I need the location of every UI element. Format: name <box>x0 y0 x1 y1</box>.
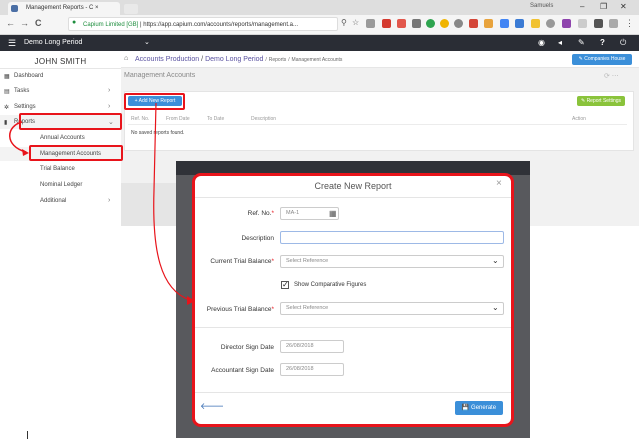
arrowhead <box>22 149 29 156</box>
arrowhead <box>187 296 195 305</box>
text-cursor <box>27 431 28 439</box>
arrow-add-to-modal <box>153 102 191 301</box>
arrow-reports-to-management <box>9 121 27 153</box>
annotation-arrows <box>9 102 195 305</box>
